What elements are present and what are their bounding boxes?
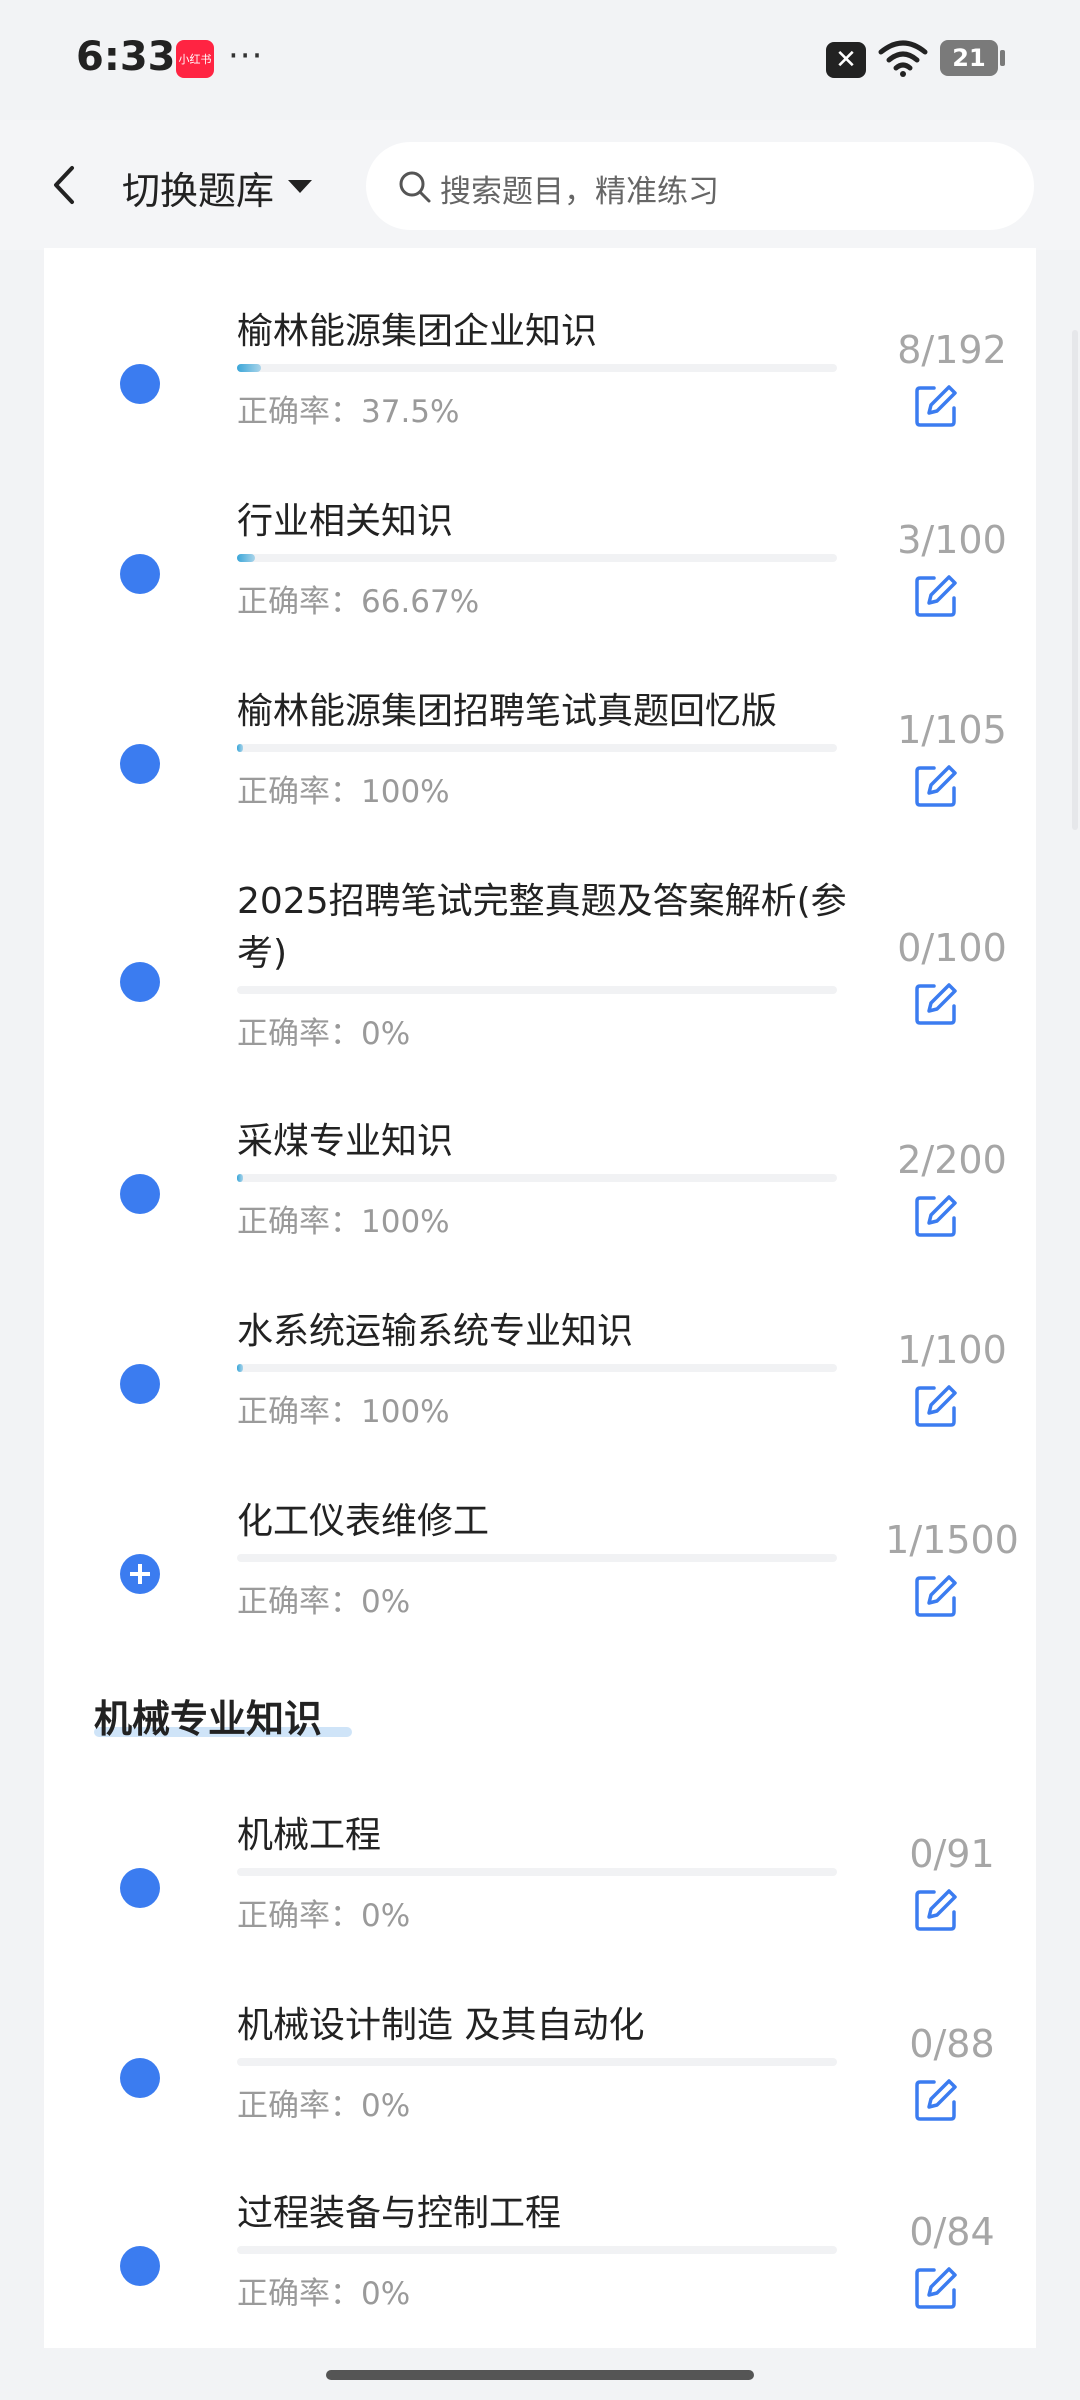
progress-bar [237,2246,837,2254]
question-bank-list: 机械专业知识 榆林能源集团企业知识 正确率：37.5% 8/192 行业相关知识 正确率… [44,248,1036,2348]
progress-bar [237,986,837,994]
wifi-icon [878,40,928,77]
accuracy-rate: 正确率：37.5% [237,394,460,430]
progress-count: 8/192 [897,328,1007,372]
caret-down-icon[interactable] [288,180,312,193]
xiaohongshu-app-icon: 小红书 [176,40,214,78]
status-bar: 6:33 小红书 ··· ✕ 21 [0,0,1080,120]
item-title[interactable]: 机械设计制造 及其自动化 [237,2000,847,2052]
progress-count: 1/1500 [885,1518,1019,1562]
edit-icon[interactable] [914,384,958,428]
status-dot-icon [120,364,160,404]
scroll-indicator [1072,330,1078,830]
list-item[interactable]: 2025招聘笔试完整真题及答案解析(参考) 正确率：0% 0/100 [44,876,1036,1106]
progress-count: 0/84 [909,2210,995,2254]
edit-icon[interactable] [914,1574,958,1618]
list-item[interactable]: 化工仪表维修工正确率：0% 1/1500 [44,1496,1036,1676]
chevron-left-icon[interactable] [44,160,84,210]
more-notifications-icon: ··· [228,36,264,76]
item-title[interactable]: 2025招聘笔试完整真题及答案解析(参考) [237,876,847,980]
progress-count: 1/105 [897,708,1007,752]
top-header: 切换题库 搜索题目，精准练习 [0,120,1080,250]
progress-bar [237,364,837,372]
status-time: 6:33 [76,34,176,80]
item-title[interactable]: 水系统运输系统专业知识 [237,1306,847,1358]
list-item[interactable]: 采煤专业知识正确率：100% 2/200 [44,1116,1036,1296]
accuracy-rate: 正确率：0% [237,1898,411,1934]
accuracy-rate: 正确率：0% [237,1016,411,1052]
item-title[interactable]: 采煤专业知识 [237,1116,847,1168]
section-title: 机械专业知识 [94,1697,323,1741]
progress-bar [237,1554,837,1562]
accuracy-rate: 正确率：0% [237,2276,411,2312]
progress-fill [237,554,255,562]
accuracy-rate: 正确率：66.67% [237,584,480,620]
status-dot-icon [120,554,160,594]
progress-bar [237,554,837,562]
status-dot-icon [120,1174,160,1214]
item-title[interactable]: 化工仪表维修工 [237,1496,847,1548]
progress-bar [237,1364,837,1372]
edit-icon[interactable] [914,1384,958,1428]
item-title[interactable]: 机械工程 [237,1810,847,1862]
progress-bar [237,1868,837,1876]
edit-icon[interactable] [914,1888,958,1932]
progress-count: 3/100 [897,518,1007,562]
edit-icon[interactable] [914,1194,958,1238]
item-title[interactable]: 过程装备与控制工程 [237,2188,847,2240]
progress-bar [237,1174,837,1182]
progress-count: 0/88 [909,2022,995,2066]
status-dot-icon [120,744,160,784]
progress-fill [237,744,243,752]
add-circle-icon[interactable] [120,1554,160,1594]
progress-count: 2/200 [897,1138,1007,1182]
home-indicator[interactable] [326,2370,754,2380]
progress-fill [237,1174,243,1182]
edit-icon[interactable] [914,2266,958,2310]
edit-icon[interactable] [914,982,958,1026]
switch-bank-title[interactable]: 切换题库 [122,160,274,215]
close-notification-icon: ✕ [826,42,866,78]
search-icon [399,171,431,203]
list-item[interactable]: 行业相关知识正确率：66.67% 3/100 [44,496,1036,676]
accuracy-rate: 正确率：0% [237,1584,411,1620]
progress-count: 0/91 [909,1832,995,1876]
status-dot-icon [120,1868,160,1908]
progress-bar [237,2058,837,2066]
list-item[interactable]: 榆林能源集团企业知识正确率：37.5% 8/192 [44,306,1036,486]
accuracy-rate: 正确率：100% [237,1394,450,1430]
status-dot-icon [120,2058,160,2098]
progress-fill [237,364,261,372]
status-dot-icon [120,962,160,1002]
list-item[interactable]: 榆林能源集团招聘笔试真题回忆版正确率：100% 1/105 [44,686,1036,866]
battery-tip [1000,50,1005,66]
item-title[interactable]: 榆林能源集团企业知识 [237,306,847,358]
accuracy-rate: 正确率：100% [237,774,450,810]
edit-icon[interactable] [914,764,958,808]
progress-count: 1/100 [897,1328,1007,1372]
list-item[interactable]: 机械工程正确率：0% 0/91 [44,1810,1036,1990]
edit-icon[interactable] [914,2078,958,2122]
edit-icon[interactable] [914,574,958,618]
list-item[interactable]: 过程装备与控制工程正确率：0% 0/84 [44,2188,1036,2368]
battery-level: 21 [952,44,986,72]
accuracy-rate: 正确率：0% [237,2088,411,2124]
progress-bar [237,744,837,752]
status-dot-icon [120,2246,160,2286]
list-item[interactable]: 水系统运输系统专业知识正确率：100% 1/100 [44,1306,1036,1486]
search-placeholder: 搜索题目，精准练习 [440,174,719,210]
accuracy-rate: 正确率：100% [237,1204,450,1240]
item-title[interactable]: 行业相关知识 [237,496,847,548]
list-item[interactable]: 机械设计制造 及其自动化正确率：0% 0/88 [44,2000,1036,2180]
search-input[interactable]: 搜索题目，精准练习 [366,142,1034,230]
item-title[interactable]: 榆林能源集团招聘笔试真题回忆版 [237,686,847,738]
status-dot-icon [120,1364,160,1404]
progress-fill [237,1364,243,1372]
progress-count: 0/100 [897,926,1007,970]
